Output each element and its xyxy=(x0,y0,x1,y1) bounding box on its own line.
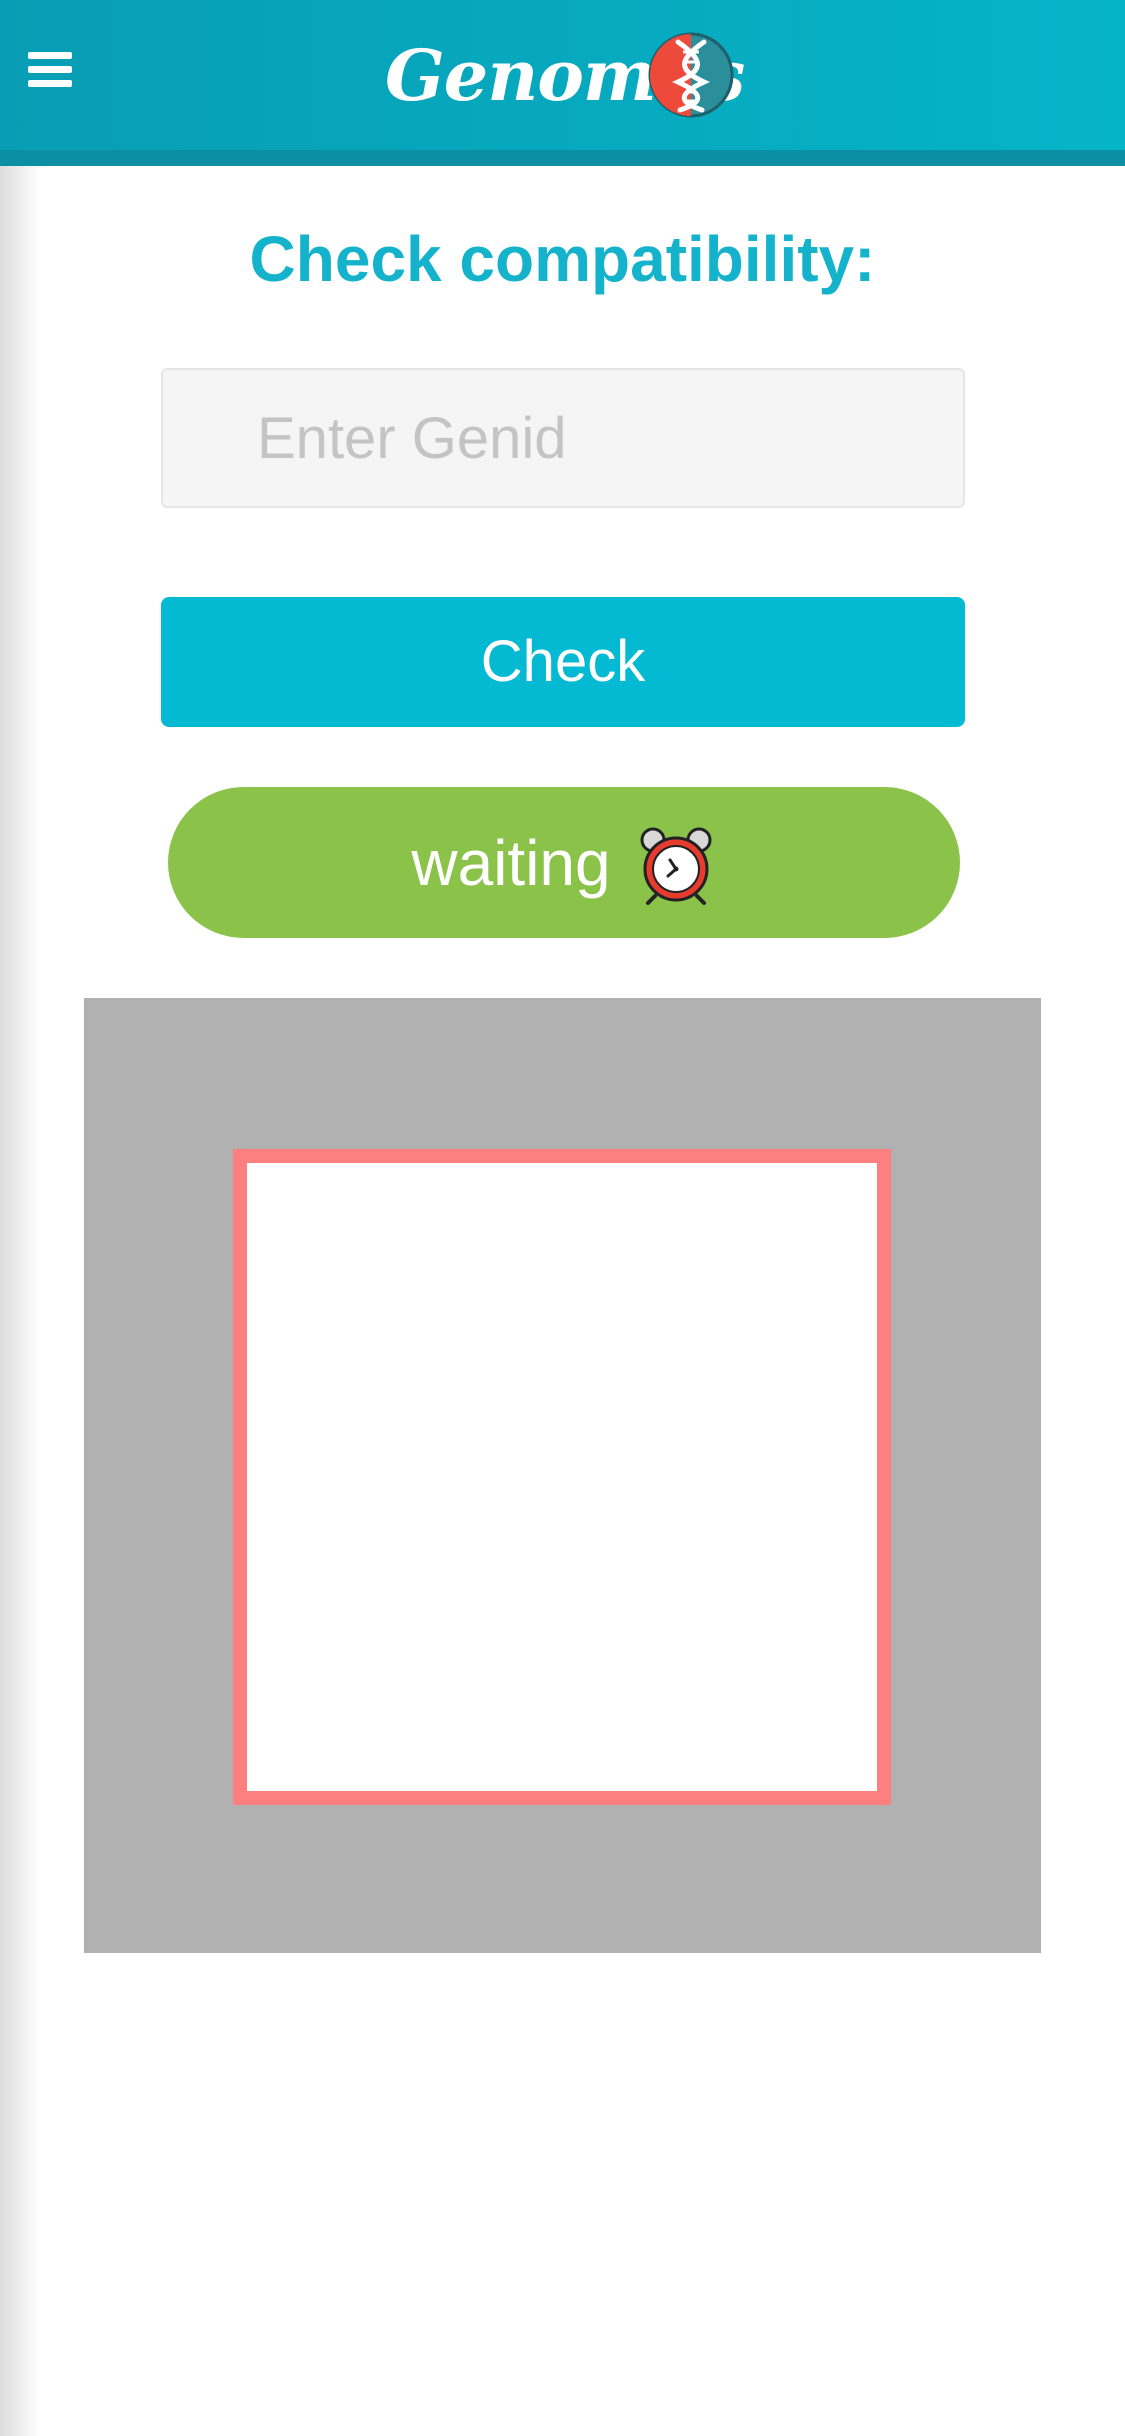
check-button[interactable]: Check xyxy=(161,597,965,727)
alarm-clock-icon xyxy=(640,827,712,905)
header-bottom-band xyxy=(0,150,1125,166)
page-title: Check compatibility: xyxy=(249,223,876,295)
status-label: waiting xyxy=(411,826,611,899)
dna-logo-icon xyxy=(648,32,734,118)
genid-input[interactable] xyxy=(161,368,965,508)
status-badge: waiting xyxy=(168,787,960,938)
scan-frame xyxy=(233,1149,891,1805)
top-app-bar: Genomus xyxy=(0,0,1125,150)
left-edge-shadow xyxy=(0,0,40,2436)
hamburger-menu-icon[interactable] xyxy=(28,52,72,88)
